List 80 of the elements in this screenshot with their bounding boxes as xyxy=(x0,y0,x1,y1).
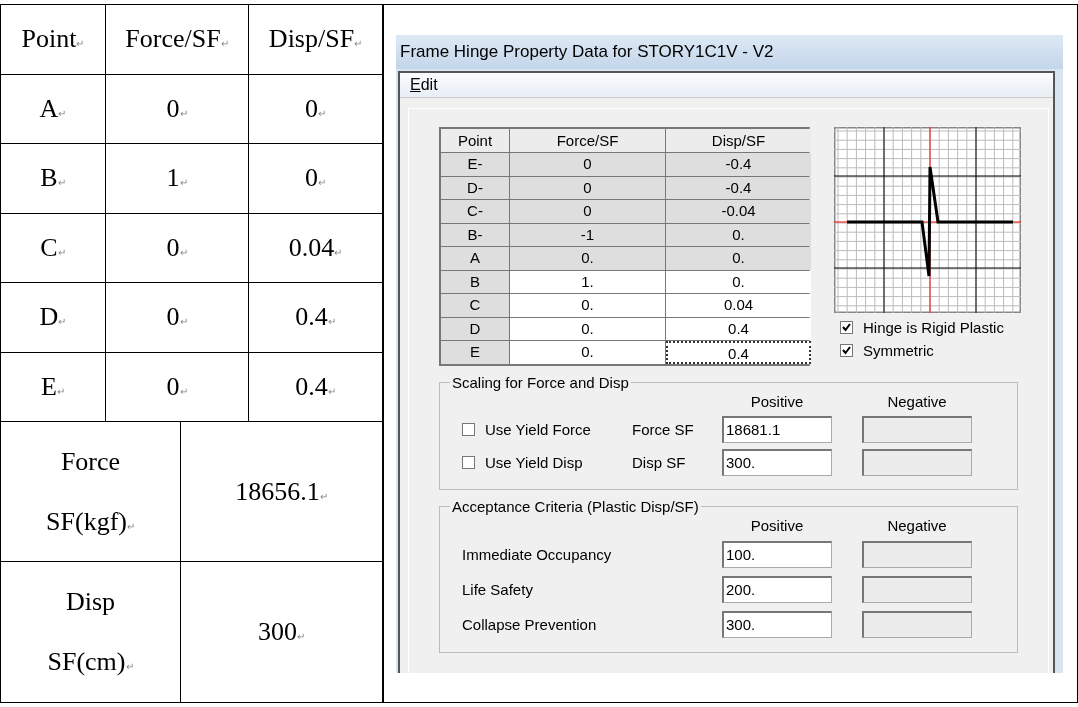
table-cell: D↵ xyxy=(39,302,67,333)
table-cell[interactable]: 0. xyxy=(510,317,665,340)
table-cell: B↵ xyxy=(40,163,66,194)
column-header: Point↵ xyxy=(21,24,85,55)
table-cell[interactable]: 0 xyxy=(510,200,665,223)
table-cell: 0↵ xyxy=(166,302,188,333)
table-cell: 300↵ xyxy=(258,617,305,647)
table-cell[interactable]: 0. xyxy=(666,247,811,270)
field-label: Collapse Prevention xyxy=(462,615,598,633)
checkbox[interactable] xyxy=(462,422,475,436)
table-cell: 0↵ xyxy=(166,371,188,402)
table-cell: A xyxy=(441,247,509,270)
input-field[interactable]: 18681.1 xyxy=(722,415,832,443)
table-cell[interactable]: 0. xyxy=(666,270,811,293)
table-cell[interactable]: -0.4 xyxy=(666,153,811,176)
checkbox[interactable] xyxy=(840,321,853,334)
table-cell: D xyxy=(441,317,509,340)
table-cell: E- xyxy=(441,153,509,176)
table-cell: C xyxy=(441,294,509,317)
column-header: Disp/SF xyxy=(666,129,811,152)
table-cell[interactable]: 1. xyxy=(510,270,665,293)
input-field[interactable]: 200. xyxy=(722,575,832,603)
table-cell: 0↵ xyxy=(166,232,188,263)
table-cell[interactable]: -0.04 xyxy=(666,200,811,223)
column-header: Force/SF↵ xyxy=(125,24,229,55)
column-header: Force/SF xyxy=(510,129,665,152)
group-title: Scaling for Force and Disp xyxy=(451,373,630,391)
field-label: Immediate Occupancy xyxy=(462,545,613,563)
column-header: Point xyxy=(441,129,509,152)
column-header: Positive xyxy=(749,393,805,410)
table-cell: 0↵ xyxy=(166,93,188,124)
group-title: Acceptance Criteria (Plastic Disp/SF) xyxy=(451,497,700,515)
row-label: SF(cm)↵ xyxy=(47,647,134,677)
table-cell[interactable]: 0 xyxy=(510,153,665,176)
table-cell: E↵ xyxy=(41,371,65,402)
table-cell: C- xyxy=(441,200,509,223)
row-label: SF(kgf)↵ xyxy=(46,506,135,537)
menu-item[interactable]: Edit xyxy=(410,76,438,94)
table-cell[interactable]: 0. xyxy=(666,223,811,246)
input-field[interactable]: 300. xyxy=(722,448,832,476)
table-cell: 0↵ xyxy=(305,163,326,194)
field-label: Force SF xyxy=(632,420,695,438)
input-field[interactable]: 300. xyxy=(722,610,832,638)
table-cell[interactable]: 0. xyxy=(510,247,665,270)
checkbox-label: Use Yield Disp xyxy=(485,453,583,471)
window-title: Frame Hinge Property Data for STORY1C1V - V2 xyxy=(396,35,1063,69)
table-cell: 0.4↵ xyxy=(295,371,336,402)
field-label: Disp SF xyxy=(632,453,687,471)
table-cell: 0↵ xyxy=(305,93,326,124)
table-cell: B xyxy=(441,270,509,293)
table-cell: D- xyxy=(441,176,509,199)
table-cell: E xyxy=(441,341,509,364)
field-label: Life Safety xyxy=(462,580,534,598)
table-cell[interactable]: 0 xyxy=(510,176,665,199)
table-cell: C↵ xyxy=(40,232,66,263)
column-header: Disp/SF↵ xyxy=(268,24,363,55)
table-cell[interactable]: 0.4 xyxy=(666,341,811,364)
table-cell: A↵ xyxy=(39,93,67,124)
table-cell: 0.4↵ xyxy=(295,302,336,333)
column-header: Positive xyxy=(749,517,805,534)
column-header: Negative xyxy=(886,517,948,534)
table-cell: 0.04↵ xyxy=(288,232,343,263)
table-cell[interactable]: 0.04 xyxy=(666,294,811,317)
input-field[interactable]: 100. xyxy=(722,540,832,568)
checkbox[interactable] xyxy=(840,344,853,357)
table-cell[interactable]: -0.4 xyxy=(666,176,811,199)
checkbox-label: Use Yield Force xyxy=(485,420,591,438)
checkbox-label: Symmetric xyxy=(863,342,934,359)
row-label: Disp xyxy=(65,587,116,617)
table-cell[interactable]: 0. xyxy=(510,294,665,317)
table-cell[interactable]: -1 xyxy=(510,223,665,246)
table-cell: B- xyxy=(441,223,509,246)
checkbox-label: Hinge is Rigid Plastic xyxy=(863,319,1004,336)
row-label: Force xyxy=(60,446,121,477)
table-cell[interactable]: 0. xyxy=(510,341,665,364)
column-header: Negative xyxy=(886,393,948,410)
table-cell: 18656.1↵ xyxy=(235,476,328,507)
table-cell[interactable]: 0.4 xyxy=(666,317,811,340)
table-cell: 1↵ xyxy=(166,163,188,194)
checkbox[interactable] xyxy=(462,455,475,469)
